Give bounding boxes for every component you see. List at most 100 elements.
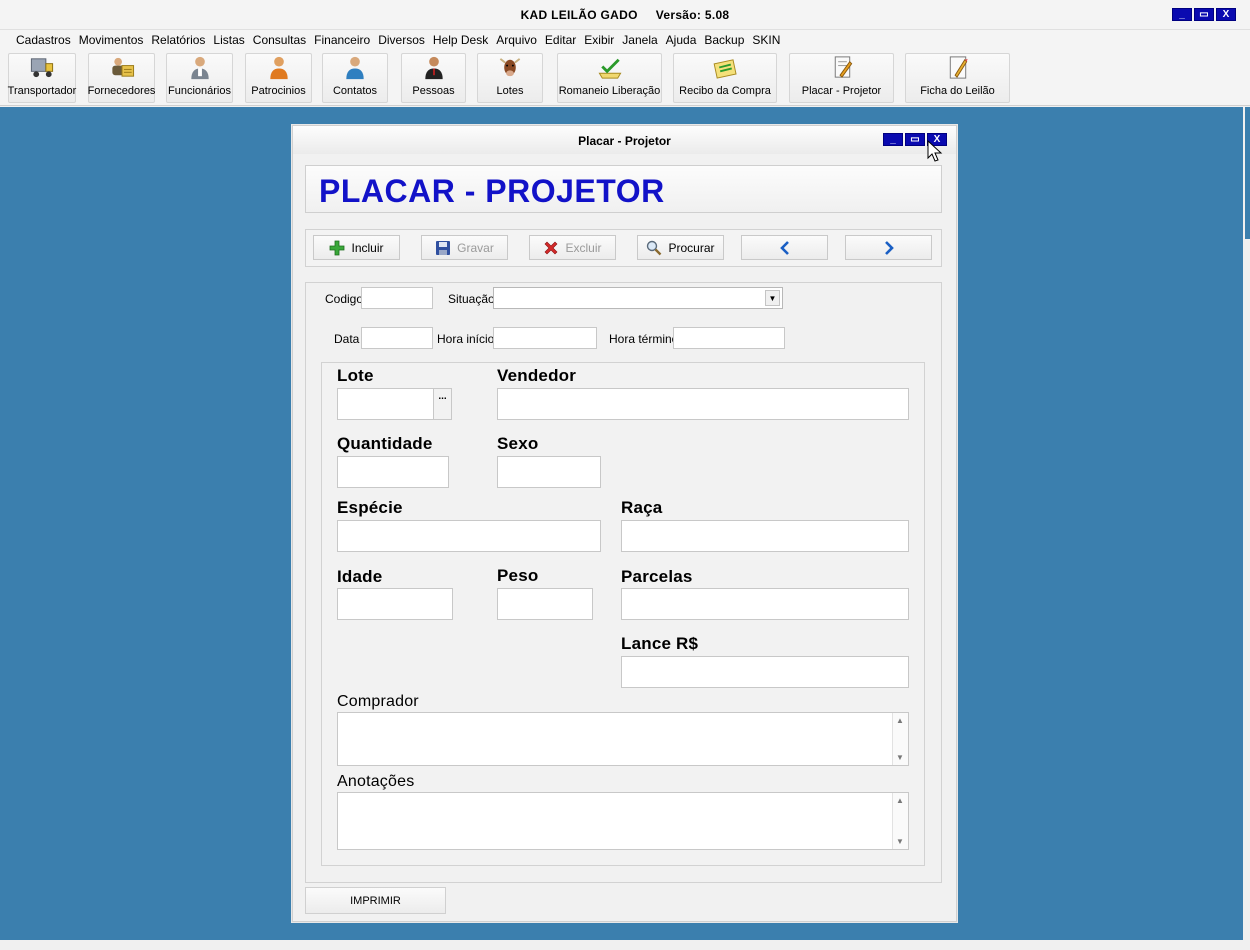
menu-financeiro[interactable]: Financeiro xyxy=(310,30,374,50)
hora-inicio-label: Hora início xyxy=(437,332,495,346)
toolbar-funcionarios-button[interactable]: Funcionários xyxy=(166,53,233,103)
plus-icon xyxy=(330,240,345,255)
scroll-down-icon[interactable]: ▼ xyxy=(896,753,904,762)
menu-exibir[interactable]: Exibir xyxy=(580,30,618,50)
quantidade-input[interactable] xyxy=(337,456,449,488)
cattle-icon xyxy=(499,58,521,77)
toolbar-label: Lotes xyxy=(496,85,524,97)
comprador-textarea[interactable]: ▲ ▼ xyxy=(337,712,909,766)
maximize-button[interactable]: ▭ xyxy=(1194,8,1214,21)
menu-cadastros[interactable]: Cadastros xyxy=(12,30,75,50)
previous-record-button[interactable] xyxy=(741,235,828,260)
suppliers-icon xyxy=(111,57,134,77)
scroll-up-icon[interactable]: ▲ xyxy=(896,716,904,725)
toolbar-transportador-button[interactable]: Transportador xyxy=(8,53,76,103)
sponsor-icon xyxy=(269,56,288,80)
excluir-button[interactable]: Excluir xyxy=(529,235,616,260)
chevron-left-icon xyxy=(779,240,789,255)
hora-termino-input[interactable] xyxy=(673,327,785,349)
anotacoes-textarea[interactable]: ▲ ▼ xyxy=(337,792,909,850)
receipt-icon xyxy=(713,59,737,79)
form-header-panel: PLACAR - PROJETOR xyxy=(305,165,942,213)
app-title: KAD LEILÃO GADO Versão: 5.08 xyxy=(0,8,1250,22)
menu-consultas[interactable]: Consultas xyxy=(249,30,310,50)
minimize-button[interactable]: _ xyxy=(1172,8,1192,21)
toolbar-label: Patrocinios xyxy=(251,85,306,97)
comprador-label: Comprador xyxy=(337,693,419,710)
toolbar-label: Pessoas xyxy=(412,85,455,97)
peso-input[interactable] xyxy=(497,588,593,620)
employee-icon xyxy=(190,56,209,80)
lot-details-panel: Lote ... Vendedor Quantidade Sexo Espéci… xyxy=(321,362,925,866)
toolbar-patrocinios-button[interactable]: Patrocinios xyxy=(245,53,312,103)
placar-projetor-window: Placar - Projetor _ ▭ X PLACAR - PROJETO… xyxy=(292,125,957,922)
toolbar-lotes-button[interactable]: Lotes xyxy=(477,53,543,103)
menu-ajuda[interactable]: Ajuda xyxy=(662,30,701,50)
child-maximize-button[interactable]: ▭ xyxy=(905,133,925,146)
menu-movimentos[interactable]: Movimentos xyxy=(75,30,148,50)
codigo-input[interactable] xyxy=(361,287,433,309)
chevron-right-icon xyxy=(884,240,894,255)
menu-help-desk[interactable]: Help Desk xyxy=(429,30,492,50)
especie-input[interactable] xyxy=(337,520,601,552)
hora-inicio-input[interactable] xyxy=(493,327,597,349)
menu-arquivo[interactable]: Arquivo xyxy=(492,30,541,50)
sexo-label: Sexo xyxy=(497,434,539,453)
hora-termino-label: Hora término xyxy=(609,332,679,346)
raca-label: Raça xyxy=(621,498,663,517)
menu-diversos[interactable]: Diversos xyxy=(374,30,429,50)
toolbar-recibo-button[interactable]: Recibo da Compra xyxy=(673,53,777,103)
toolbar-ficha-button[interactable]: Ficha do Leilão xyxy=(905,53,1010,103)
lote-lookup-button[interactable]: ... xyxy=(433,389,451,419)
toolbar-pessoas-button[interactable]: Pessoas xyxy=(401,53,466,103)
especie-label: Espécie xyxy=(337,498,403,517)
idade-input[interactable] xyxy=(337,588,453,620)
form-title: PLACAR - PROJETOR xyxy=(319,173,665,209)
toolbar-label: Recibo da Compra xyxy=(679,85,771,97)
lote-label: Lote xyxy=(337,366,374,385)
release-icon xyxy=(598,58,621,79)
lance-label: Lance R$ xyxy=(621,634,699,653)
close-button[interactable]: X xyxy=(1216,8,1236,21)
toolbar-fornecedores-button[interactable]: Fornecedores xyxy=(88,53,155,103)
person-icon xyxy=(424,56,443,80)
toolbar-romaneio-button[interactable]: Romaneio Liberação xyxy=(557,53,662,103)
delete-x-icon xyxy=(545,241,558,254)
anotacoes-scrollbar[interactable]: ▲ ▼ xyxy=(892,793,908,849)
toolbar-label: Placar - Projetor xyxy=(801,85,882,97)
menu-editar[interactable]: Editar xyxy=(541,30,580,50)
vendedor-input[interactable] xyxy=(497,388,909,420)
comprador-scrollbar[interactable]: ▲ ▼ xyxy=(892,713,908,765)
gravar-label: Gravar xyxy=(457,240,494,255)
menu-relatorios[interactable]: Relatórios xyxy=(147,30,209,50)
lote-input[interactable]: ... xyxy=(337,388,452,420)
menu-janela[interactable]: Janela xyxy=(618,30,661,50)
child-minimize-button[interactable]: _ xyxy=(883,133,903,146)
data-input[interactable] xyxy=(361,327,433,349)
menu-backup[interactable]: Backup xyxy=(700,30,748,50)
toolbar-label: Romaneio Liberação xyxy=(558,85,661,97)
menu-skin[interactable]: SKIN xyxy=(748,30,784,50)
procurar-button[interactable]: Procurar xyxy=(637,235,724,260)
data-label: Data xyxy=(334,332,360,346)
scroll-down-icon[interactable]: ▼ xyxy=(896,837,904,846)
situacao-dropdown[interactable]: ▼ xyxy=(493,287,783,309)
imprimir-button[interactable]: IMPRIMIR xyxy=(305,887,446,914)
scroll-up-icon[interactable]: ▲ xyxy=(896,796,904,805)
gravar-button[interactable]: Gravar xyxy=(421,235,508,260)
incluir-button[interactable]: Incluir xyxy=(313,235,400,260)
toolbar-placar-button[interactable]: Placar - Projetor xyxy=(789,53,894,103)
next-record-button[interactable] xyxy=(845,235,932,260)
toolbar: Transportador Fornecedores Funcionários … xyxy=(0,50,1250,106)
lance-input[interactable] xyxy=(621,656,909,688)
sexo-input[interactable] xyxy=(497,456,601,488)
parcelas-input[interactable] xyxy=(621,588,909,620)
toolbar-label: Contatos xyxy=(332,85,378,97)
toolbar-contatos-button[interactable]: Contatos xyxy=(322,53,388,103)
menu-listas[interactable]: Listas xyxy=(209,30,248,50)
raca-input[interactable] xyxy=(621,520,909,552)
child-titlebar: Placar - Projetor _ ▭ X xyxy=(293,126,956,154)
contact-icon xyxy=(346,56,364,80)
chevron-down-icon[interactable]: ▼ xyxy=(765,290,780,306)
app-version: Versão: 5.08 xyxy=(655,8,730,22)
